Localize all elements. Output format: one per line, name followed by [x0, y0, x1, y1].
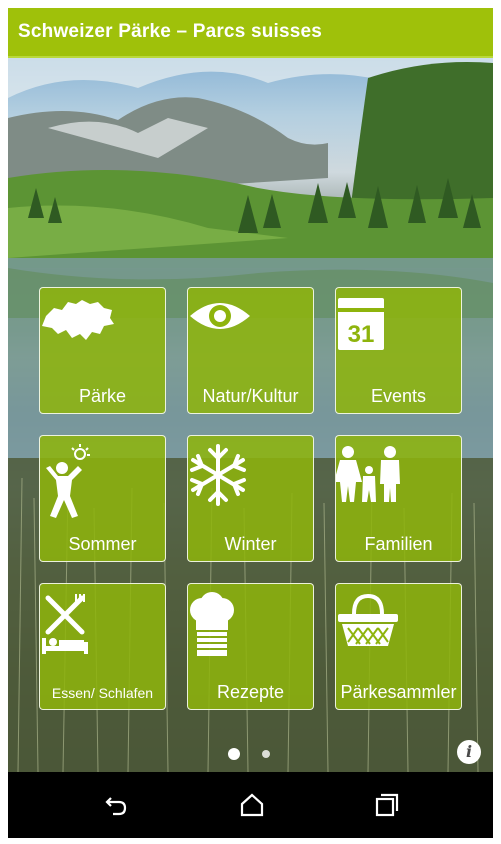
- recent-apps-icon[interactable]: [372, 790, 402, 820]
- system-navigation-bar: [8, 772, 493, 838]
- calendar-day: 31: [348, 321, 375, 348]
- tile-paerkesammler[interactable]: Pärkesammler: [335, 583, 462, 710]
- tile-events[interactable]: 31 Events: [335, 287, 462, 414]
- chef-hat-icon: [188, 592, 315, 672]
- tile-winter[interactable]: Winter: [187, 435, 314, 562]
- tile-label: Rezepte: [216, 682, 285, 702]
- tile-label: Essen/ Schlafen: [51, 685, 154, 701]
- home-icon[interactable]: [237, 790, 267, 820]
- calendar-icon: 31: [336, 296, 463, 376]
- switzerland-map-icon: [40, 296, 167, 376]
- tile-familien[interactable]: Familien: [335, 435, 462, 562]
- app-bar: Schweizer Pärke – Parcs suisses: [8, 8, 493, 58]
- tile-natur-kultur[interactable]: Natur/Kultur: [187, 287, 314, 414]
- back-icon[interactable]: [101, 790, 131, 820]
- fork-knife-bed-icon: [40, 592, 167, 672]
- tile-essen-schlafen[interactable]: Essen/ Schlafen: [39, 583, 166, 710]
- tile-label: Natur/Kultur: [202, 386, 299, 406]
- tile-label: Pärkesammler: [340, 682, 457, 702]
- background-photo: Pärke Natur/Kultur 31 Events Sommer Wint…: [8, 58, 493, 772]
- tile-sommer[interactable]: Sommer: [39, 435, 166, 562]
- tile-paerke[interactable]: Pärke: [39, 287, 166, 414]
- tile-rezepte[interactable]: Rezepte: [187, 583, 314, 710]
- tile-label: Sommer: [68, 534, 137, 554]
- page-dot-active[interactable]: [228, 748, 240, 760]
- tile-label: Winter: [224, 534, 277, 554]
- summer-person-sun-icon: [40, 444, 167, 524]
- info-icon[interactable]: i: [457, 740, 481, 764]
- eye-icon: [188, 296, 315, 376]
- app-screen: Schweizer Pärke – Parcs suisses Pärke Na…: [8, 8, 493, 838]
- snowflake-icon: [188, 444, 315, 524]
- tile-label: Pärke: [78, 386, 127, 406]
- tile-label: Familien: [364, 534, 433, 554]
- page-indicator: [228, 748, 270, 760]
- tile-label: Events: [370, 386, 427, 406]
- app-title: Schweizer Pärke – Parcs suisses: [18, 21, 323, 42]
- category-grid: Pärke Natur/Kultur 31 Events Sommer Wint…: [8, 58, 493, 772]
- page-dot[interactable]: [262, 750, 270, 758]
- family-icon: [336, 444, 463, 524]
- basket-icon: [336, 592, 463, 672]
